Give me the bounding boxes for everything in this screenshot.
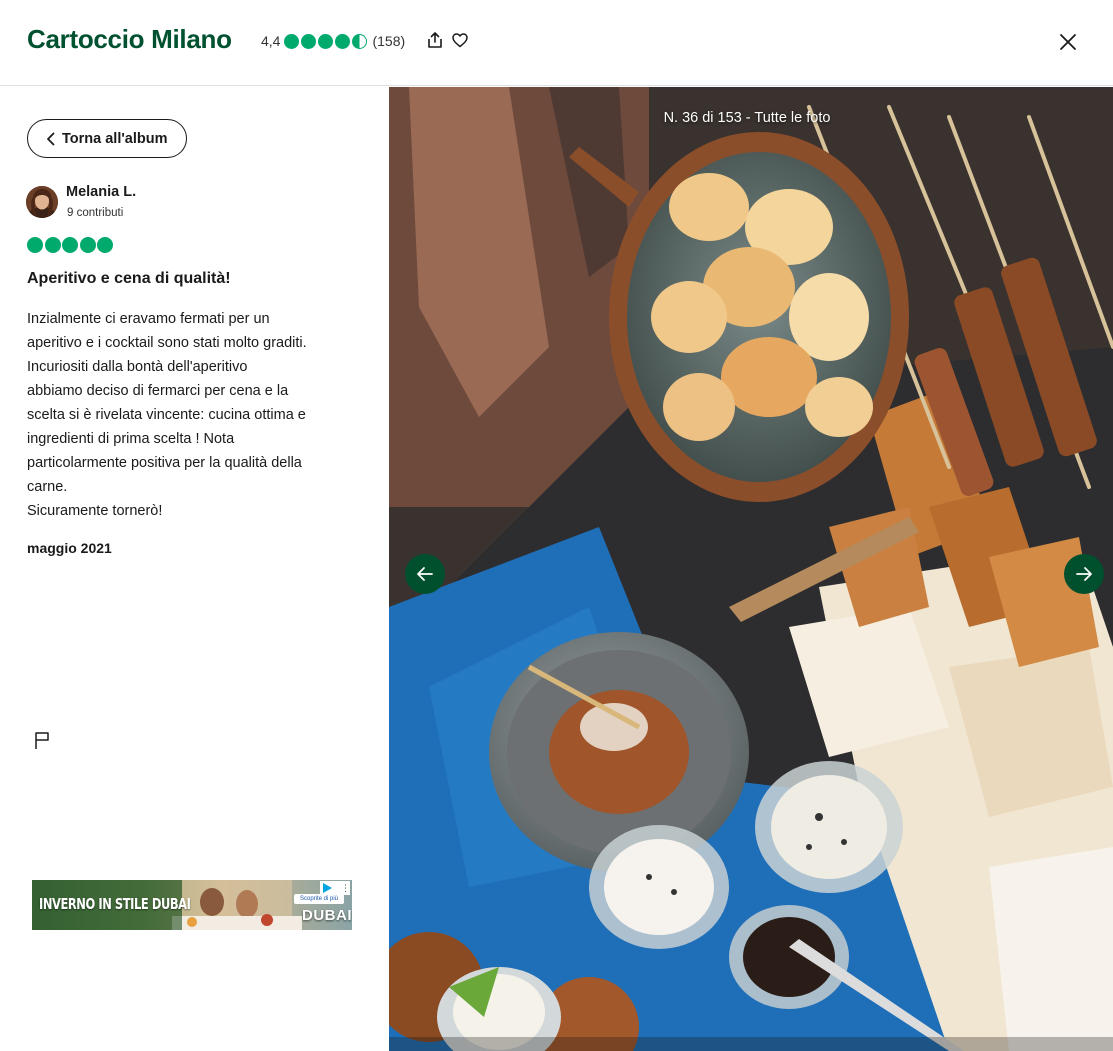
rating-bubble xyxy=(27,237,43,253)
review-panel: Torna all'album Melania L. 9 contributi … xyxy=(0,87,389,1051)
rating-value: 4,4 xyxy=(261,33,281,49)
food-photo xyxy=(389,87,1113,1051)
flag-icon xyxy=(35,732,49,749)
review-body: Inzialmente ci eravamo fermati per un ap… xyxy=(27,311,307,519)
rating-bubble xyxy=(44,237,61,253)
more-options-icon: ⋮ xyxy=(341,883,350,893)
review-count: (158) xyxy=(372,33,406,49)
rating-bubble xyxy=(301,33,317,49)
rating-bubble xyxy=(79,237,96,253)
advertisement-banner[interactable]: INVERNO IN STILE DUBAI ⋮ Scoprite di più… xyxy=(32,880,352,930)
photo-viewer: N. 36 di 153 - Tutte le foto xyxy=(389,87,1113,1051)
close-button[interactable] xyxy=(1056,30,1080,54)
review-rating-bubbles xyxy=(27,237,115,253)
review-date: maggio 2021 xyxy=(27,540,112,556)
rating-bubbles xyxy=(284,33,369,49)
review-title: Aperitivo e cena di qualità! xyxy=(27,270,231,287)
reviewer-contributions: 9 contributi xyxy=(67,207,124,219)
rating-bubble xyxy=(318,33,334,49)
restaurant-title[interactable]: Cartoccio Milano xyxy=(27,24,232,55)
close-icon xyxy=(1060,34,1076,50)
ad-brand-logo: DUBAI xyxy=(302,907,352,924)
share-icon xyxy=(428,32,442,48)
rating-bubble xyxy=(62,237,78,253)
next-photo-button[interactable] xyxy=(1064,554,1104,594)
avatar-image xyxy=(26,186,58,218)
rating-bubble xyxy=(284,33,300,49)
rating-bubble-half xyxy=(352,33,368,49)
avatar[interactable] xyxy=(26,186,58,218)
ad-headline: INVERNO IN STILE DUBAI xyxy=(39,895,191,913)
arrow-right-icon xyxy=(1076,567,1092,581)
back-to-album-label: Torna all'album xyxy=(62,130,168,147)
rating-bubble xyxy=(335,33,351,49)
ad-choices-badge[interactable]: ⋮ xyxy=(320,881,350,895)
adchoices-icon xyxy=(323,883,332,893)
photo-counter[interactable]: N. 36 di 153 - Tutte le foto xyxy=(389,110,1105,126)
heart-icon xyxy=(452,33,468,48)
arrow-left-icon xyxy=(417,567,433,581)
rating-summary[interactable]: 4,4 (158) xyxy=(261,31,405,51)
header: Cartoccio Milano 4,4 (158) xyxy=(0,0,1113,86)
save-button[interactable] xyxy=(449,29,471,51)
back-to-album-button[interactable]: Torna all'album xyxy=(27,119,187,158)
share-button[interactable] xyxy=(424,29,446,51)
report-button[interactable] xyxy=(34,731,52,751)
reviewer-name[interactable]: Melania L. xyxy=(66,184,136,200)
chevron-left-icon xyxy=(47,132,55,145)
previous-photo-button[interactable] xyxy=(405,554,445,594)
rating-bubble xyxy=(97,237,113,253)
ad-cta-button[interactable]: Scoprite di più xyxy=(294,894,344,904)
